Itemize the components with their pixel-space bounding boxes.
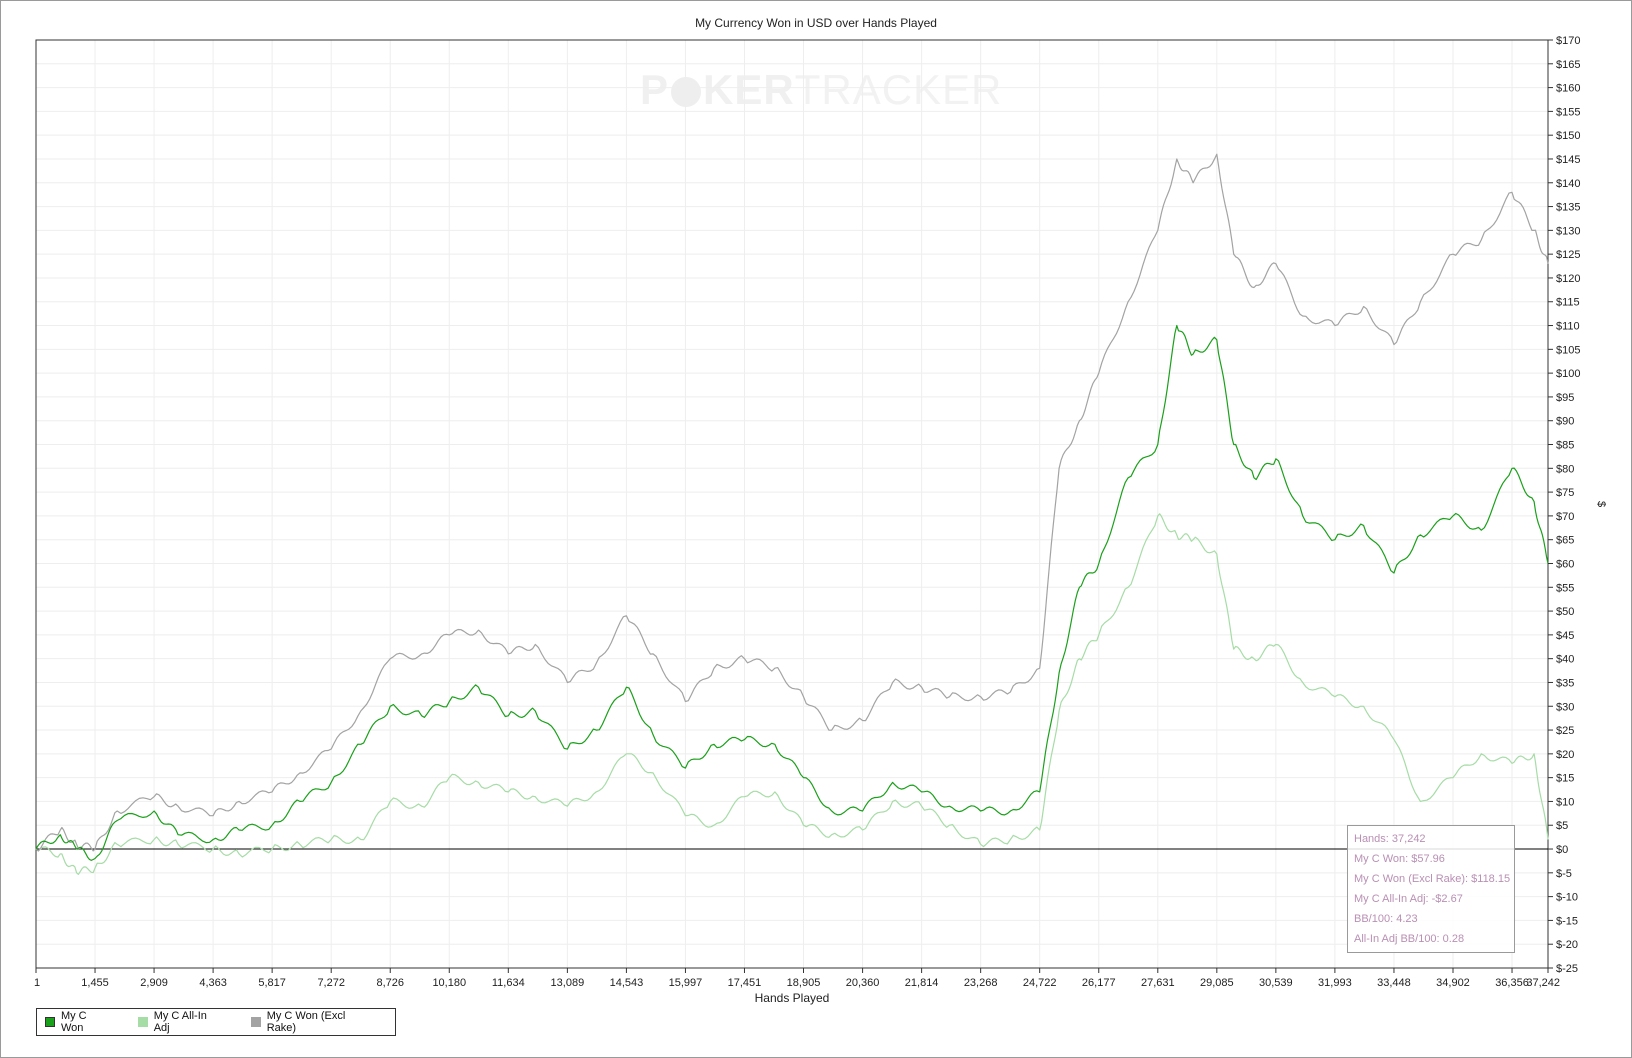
y-tick-label: $-25	[1556, 963, 1578, 975]
legend-item-won[interactable]: My C Won	[45, 1010, 112, 1034]
y-tick-label: $-5	[1556, 868, 1572, 880]
y-tick-label: $10	[1556, 796, 1574, 808]
chart-legend: My C Won My C All-In Adj My C Won (Excl …	[36, 1008, 396, 1036]
y-tick-label: $35	[1556, 677, 1574, 689]
y-tick-label: $50	[1556, 606, 1574, 618]
y-tick-label: $75	[1556, 487, 1574, 499]
y-tick-label: $85	[1556, 440, 1574, 452]
y-tick-label: $150	[1556, 130, 1580, 142]
y-tick-label: $25	[1556, 725, 1574, 737]
legend-label-allin-adj: My C All-In Adj	[153, 1010, 207, 1034]
tooltip-won: My C Won: $57.96	[1354, 853, 1445, 865]
x-tick-label: 27,631	[1141, 977, 1175, 989]
y-tick-label: $30	[1556, 701, 1574, 713]
y-tick-label: $-20	[1556, 939, 1578, 951]
legend-label-excl-rake: My C Won (Excl Rake)	[266, 1010, 346, 1034]
y-tick-label: $80	[1556, 463, 1574, 475]
y-axis-label: $	[1595, 501, 1607, 507]
y-tick-label: $160	[1556, 83, 1580, 95]
y-tick-label: $115	[1556, 297, 1580, 309]
y-tick-label: $-10	[1556, 892, 1578, 904]
x-tick-label: 13,089	[551, 977, 585, 989]
x-tick-label: 15,997	[669, 977, 703, 989]
x-tick-label: 7,272	[317, 977, 345, 989]
x-tick-label: 37,242	[1526, 977, 1560, 989]
y-tick-label: $135	[1556, 202, 1580, 214]
y-tick-label: $90	[1556, 416, 1574, 428]
y-tick-label: $60	[1556, 558, 1574, 570]
y-tick-label: $105	[1556, 344, 1580, 356]
y-tick-label: $20	[1556, 749, 1574, 761]
tooltip-allin-bb100: All-In Adj BB/100: 0.28	[1354, 933, 1465, 945]
y-tick-label: $15	[1556, 773, 1574, 785]
x-tick-label: 5,817	[258, 977, 286, 989]
legend-item-allin-adj[interactable]: My C All-In Adj	[137, 1010, 225, 1034]
series-line-my-c-won-excl-rake-	[35, 153, 1549, 852]
y-tick-label: $5	[1556, 820, 1568, 832]
y-tick-label: $65	[1556, 535, 1574, 547]
x-tick-label: 8,726	[376, 977, 404, 989]
legend-swatch-excl-rake	[250, 1017, 261, 1027]
y-tick-label: $0	[1556, 844, 1568, 856]
x-tick-label: 17,451	[728, 977, 762, 989]
y-tick-label: $45	[1556, 630, 1574, 642]
x-tick-label: 31,993	[1318, 977, 1352, 989]
x-tick-label: 29,085	[1200, 977, 1234, 989]
x-axis-ticks: 1 1,455 2,909 4,363 5,817 7,272 8,726 10,180 11,…	[34, 968, 1560, 989]
legend-item-excl-rake[interactable]: My C Won (Excl Rake)	[250, 1010, 377, 1034]
y-tick-label: $130	[1556, 225, 1580, 237]
x-tick-label: 30,539	[1259, 977, 1293, 989]
x-tick-label: 20,360	[846, 977, 880, 989]
tooltip-bb100: BB/100: 4.23	[1354, 913, 1418, 925]
y-tick-label: $55	[1556, 582, 1574, 594]
x-tick-label: 10,180	[432, 977, 466, 989]
x-axis-label: Hands Played	[755, 991, 830, 1005]
y-tick-label: $140	[1556, 178, 1580, 190]
y-tick-label: $145	[1556, 154, 1580, 166]
legend-label-won: My C Won	[60, 1010, 87, 1034]
legend-swatch-allin-adj	[137, 1017, 148, 1027]
y-tick-label: $-15	[1556, 915, 1578, 927]
y-axis-ticks: $170 $165 $160 $155 $150 $145 $140 $135 $130 $125…	[1548, 35, 1580, 975]
x-tick-label: 4,363	[199, 977, 227, 989]
x-tick-label: 1,455	[81, 977, 109, 989]
y-tick-label: $120	[1556, 273, 1580, 285]
series-line-my-c-won	[35, 324, 1549, 861]
tooltip-hands: Hands: 37,242	[1354, 833, 1426, 845]
y-tick-label: $155	[1556, 106, 1580, 118]
x-tick-label: 33,448	[1377, 977, 1411, 989]
x-tick-label: 11,634	[492, 977, 525, 989]
hover-tooltip: Hands: 37,242 My C Won: $57.96 My C Won …	[1347, 825, 1515, 953]
y-tick-label: $125	[1556, 249, 1580, 261]
tooltip-allin-adj: My C All-In Adj: -$2.67	[1354, 893, 1463, 905]
x-tick-label: 18,905	[787, 977, 821, 989]
y-tick-label: $40	[1556, 654, 1574, 666]
legend-swatch-won	[45, 1017, 55, 1027]
x-tick-label: 36,356	[1495, 977, 1529, 989]
y-tick-label: $170	[1556, 35, 1580, 47]
x-tick-label: 34,902	[1436, 977, 1470, 989]
x-tick-label: 26,177	[1082, 977, 1116, 989]
x-tick-label: 23,268	[964, 977, 998, 989]
y-tick-label: $95	[1556, 392, 1574, 404]
x-tick-label: 14,543	[610, 977, 644, 989]
x-tick-label: 24,722	[1023, 977, 1057, 989]
tooltip-won-excl-rake: My C Won (Excl Rake): $118.15	[1354, 873, 1511, 885]
y-tick-label: $165	[1556, 59, 1580, 71]
x-tick-label: 21,814	[905, 977, 939, 989]
y-tick-label: $100	[1556, 368, 1580, 380]
series-lines	[35, 153, 1549, 875]
x-tick-label: 1	[34, 977, 40, 989]
series-line-my-c-all-in-adj	[35, 513, 1549, 875]
y-tick-label: $110	[1556, 321, 1580, 333]
x-tick-label: 2,909	[140, 977, 168, 989]
y-tick-label: $70	[1556, 511, 1574, 523]
